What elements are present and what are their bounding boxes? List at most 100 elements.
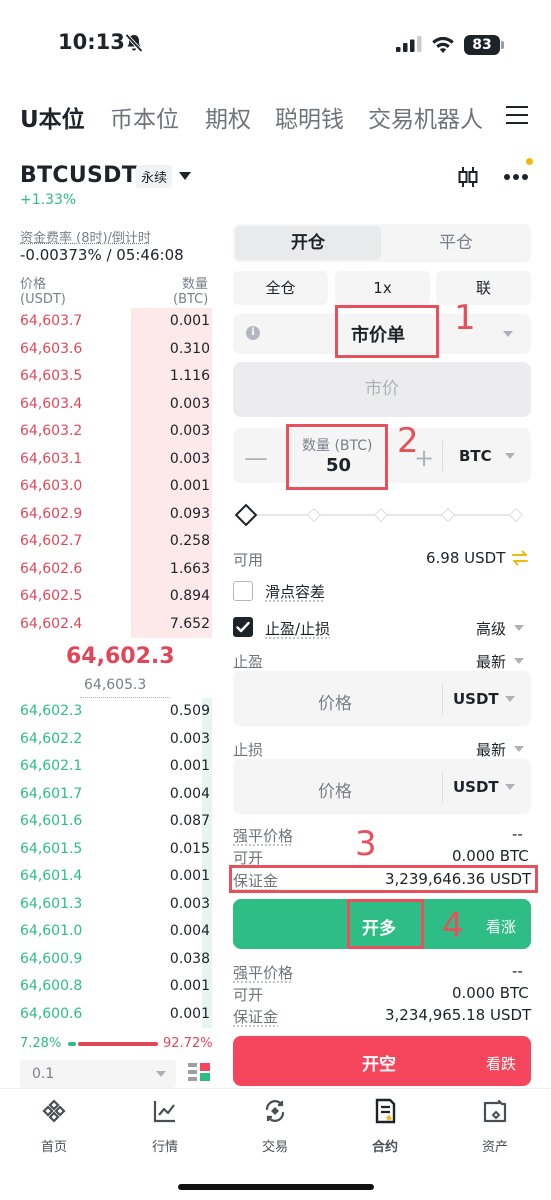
order-type-dropdown-icon[interactable] [503,331,513,337]
tab-trading-bots[interactable]: 交易机器人 [368,100,483,134]
tp-trigger-dropdown-icon[interactable] [514,658,524,664]
nav-markets[interactable]: 行情 [130,1098,200,1155]
funding-rate-label[interactable]: 资金费率 (8时)/倒计时 [20,227,151,246]
advanced-select[interactable]: 高级 [476,618,506,639]
ask-row[interactable]: 64,603.7 0.001 [20,308,212,336]
slippage-checkbox[interactable] [233,581,253,601]
tp-unit-dropdown-icon[interactable] [505,696,515,702]
annotation-number-2: 2 [397,421,419,461]
home-logo-icon [42,1099,66,1123]
quantity-unit-dropdown-icon[interactable] [505,453,515,459]
row-quantity: 0.001 [169,478,210,494]
sl-unit-select[interactable]: USDT [453,778,499,796]
ask-row[interactable]: 64,602.5 0.894 [20,583,212,611]
nav-markets-label: 行情 [151,1140,178,1155]
sl-trigger-select[interactable]: 最新 [476,739,506,760]
take-profit-placeholder: 价格 [318,694,352,714]
ask-row[interactable]: 64,602.9 0.093 [20,500,212,528]
bid-row[interactable]: 64,600.8 0.001 [20,973,212,1001]
bid-row[interactable]: 64,601.0 0.004 [20,918,212,946]
ask-row[interactable]: 64,602.7 0.258 [20,528,212,556]
row-price: 64,603.0 [20,478,83,494]
open-short-label[interactable]: 开空 [362,1050,396,1075]
row-quantity: 0.093 [169,505,210,522]
row-quantity: 0.038 [169,950,210,967]
last-price[interactable]: 64,602.3 [66,644,175,669]
bid-row[interactable]: 64,601.3 0.003 [20,890,212,918]
bid-ratio: 7.28% [20,1036,62,1051]
advanced-dropdown-icon[interactable] [514,625,524,631]
ask-row[interactable]: 64,603.0 0.001 [20,473,212,501]
tab-close-position[interactable]: 平仓 [383,226,529,260]
bid-row[interactable]: 64,600.6 0.001 [20,1000,212,1028]
bid-row[interactable]: 64,602.2 0.003 [20,725,212,753]
bid-row[interactable]: 64,601.6 0.087 [20,808,212,836]
nav-trade[interactable]: 交易 [240,1098,310,1155]
menu-icon[interactable] [506,106,528,124]
more-icon[interactable] [503,173,529,181]
symbol-name[interactable]: BTCUSDT [20,163,137,188]
short-liq-price-label[interactable]: 强平价格 [233,962,293,983]
tab-options[interactable]: 期权 [205,100,251,134]
orderbook-layout-icon[interactable] [188,1062,210,1084]
ask-row[interactable]: 64,602.6 1.663 [20,555,212,583]
ask-row[interactable]: 64,602.4 7.652 [20,610,212,638]
short-margin-label[interactable]: 保证金 [233,1006,278,1027]
candlestick-chart-icon[interactable] [456,165,480,189]
position-mode-button[interactable]: 联 [436,271,531,305]
row-quantity: 0.001 [169,758,210,774]
leverage-button[interactable]: 1x [335,271,430,305]
depth-dropdown-icon [156,1071,166,1077]
nav-home[interactable]: 首页 [19,1098,89,1155]
ask-row[interactable]: 64,603.2 0.003 [20,418,212,446]
slider-node-100[interactable] [508,507,524,523]
nav-assets[interactable]: 资产 [460,1098,530,1155]
sl-unit-dropdown-icon[interactable] [505,784,515,790]
percentage-slider-handle[interactable] [234,503,258,527]
bid-row[interactable]: 64,601.4 0.001 [20,863,212,891]
row-price: 64,602.9 [20,505,83,522]
quantity-decrease-button[interactable]: — [244,444,268,472]
slider-node-50[interactable] [373,507,389,523]
depth-step-select[interactable]: 0.1 [20,1060,176,1088]
short-max-value: 0.000 BTC [452,984,529,1002]
bid-row[interactable]: 64,602.1 0.001 [20,753,212,781]
bid-row[interactable]: 64,600.9 0.038 [20,945,212,973]
bid-row[interactable]: 64,601.5 0.015 [20,835,212,863]
row-quantity: 1.116 [169,368,210,384]
transfer-icon[interactable] [511,549,529,567]
tp-unit-select[interactable]: USDT [453,690,499,708]
row-price: 64,601.3 [20,895,83,912]
quantity-unit-select[interactable]: BTC [459,447,492,465]
long-liq-price-label[interactable]: 强平价格 [233,825,293,846]
bid-row[interactable]: 64,601.7 0.004 [20,780,212,808]
perpetual-tag: 永续 [136,165,173,188]
bid-row[interactable]: 64,602.3 0.509 [20,698,212,726]
tpsl-checkbox[interactable] [233,617,253,637]
ask-row[interactable]: 64,603.1 0.003 [20,445,212,473]
tab-open-position[interactable]: 开仓 [235,226,381,260]
short-margin-value: 3,234,965.18 USDT [385,1006,532,1024]
tab-smart-money[interactable]: 聪明钱 [275,100,344,134]
available-label: 可用 [233,551,264,569]
ask-row[interactable]: 64,603.6 0.310 [20,335,212,363]
slider-node-75[interactable] [440,507,456,523]
mute-bell-icon [125,33,143,53]
symbol-dropdown-icon[interactable] [179,172,191,180]
long-liq-price-value: -- [512,825,523,843]
tab-coin-margined[interactable]: 币本位 [110,100,179,134]
tpsl-label[interactable]: 止盈/止损 [265,618,330,639]
row-quantity: 0.001 [169,868,210,884]
sl-trigger-dropdown-icon[interactable] [514,746,524,752]
margin-mode-button[interactable]: 全仓 [233,271,328,305]
tab-usdt-margined[interactable]: U本位 [20,100,85,134]
row-quantity: 0.001 [169,1005,210,1022]
ask-row[interactable]: 64,603.5 1.116 [20,363,212,391]
info-icon[interactable]: i [246,326,260,340]
ask-row[interactable]: 64,603.4 0.003 [20,390,212,418]
slider-node-25[interactable] [306,507,322,523]
row-price: 64,600.8 [20,978,83,994]
slippage-label[interactable]: 滑点容差 [265,581,325,602]
tp-trigger-select[interactable]: 最新 [476,651,506,672]
nav-futures[interactable]: 合约 [350,1098,420,1155]
